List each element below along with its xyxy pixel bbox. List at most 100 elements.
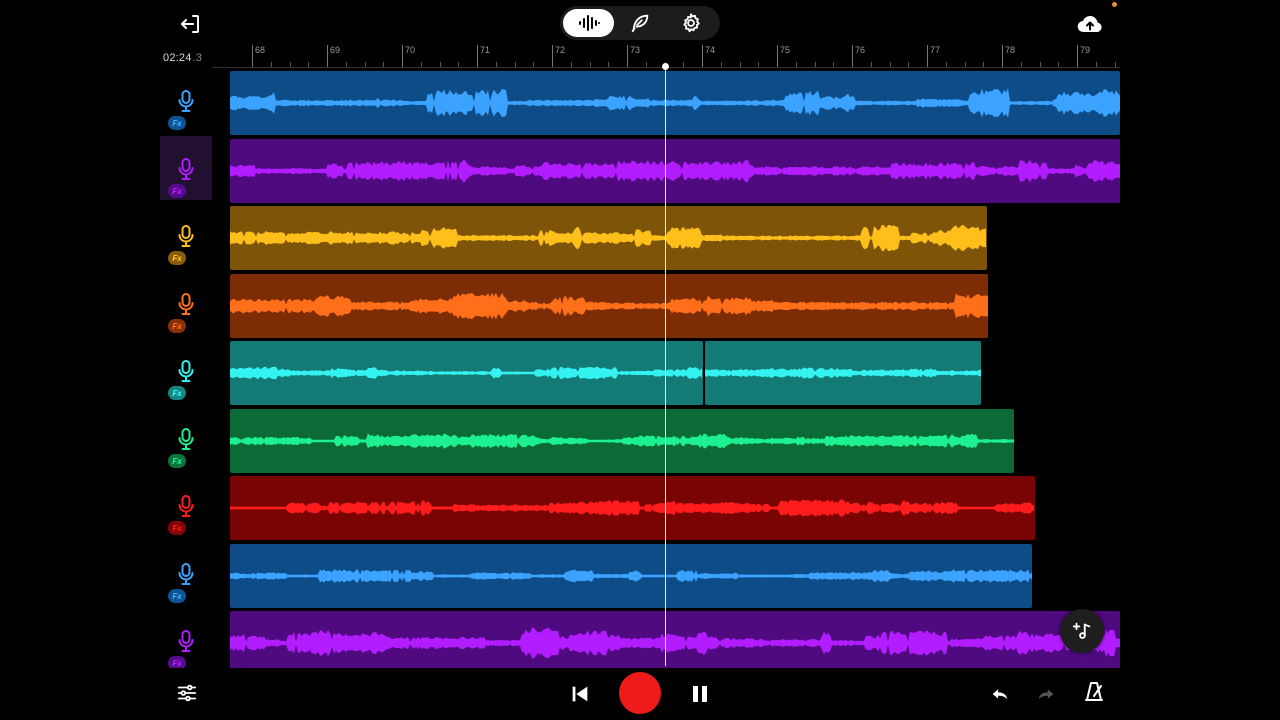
metronome-button[interactable] xyxy=(1078,676,1110,708)
audio-clip[interactable] xyxy=(230,409,1014,473)
waveform-icon xyxy=(578,15,600,31)
waveform xyxy=(230,292,988,320)
playhead-handle[interactable] xyxy=(662,63,669,70)
track-header[interactable]: Fx xyxy=(160,406,212,470)
redo-button[interactable] xyxy=(1030,678,1062,710)
fx-button[interactable]: Fx xyxy=(168,116,186,130)
waveform xyxy=(705,367,981,379)
ruler-tick xyxy=(777,45,778,67)
fx-button[interactable]: Fx xyxy=(168,319,186,333)
ruler-subtick xyxy=(1058,62,1060,67)
waveform xyxy=(230,627,1120,659)
waveform xyxy=(230,499,1034,517)
ruler-tick xyxy=(252,45,253,67)
quill-icon xyxy=(631,14,649,33)
ruler-subtick xyxy=(720,62,722,67)
undo-button[interactable] xyxy=(984,678,1016,710)
ruler-label: 68 xyxy=(255,45,266,55)
track-header[interactable]: Fx xyxy=(160,136,212,200)
pause-button[interactable] xyxy=(684,678,716,710)
ruler-label: 73 xyxy=(630,45,641,55)
mixer-button[interactable] xyxy=(172,678,202,708)
audio-clip[interactable] xyxy=(230,274,988,338)
add-track-button[interactable] xyxy=(1060,609,1104,653)
upload-button[interactable] xyxy=(1074,8,1106,40)
ruler-label: 79 xyxy=(1080,45,1091,55)
fx-button[interactable]: Fx xyxy=(168,521,186,535)
track-header[interactable]: Fx xyxy=(160,68,212,132)
ruler-subtick xyxy=(308,62,310,67)
ruler-subtick xyxy=(1020,62,1022,67)
microphone-icon[interactable] xyxy=(176,630,196,652)
ruler-label: 77 xyxy=(930,45,941,55)
audio-clip[interactable] xyxy=(705,341,981,405)
waveform xyxy=(230,88,1120,118)
microphone-icon[interactable] xyxy=(176,428,196,450)
ruler-subtick xyxy=(495,62,497,67)
microphone-icon[interactable] xyxy=(176,495,196,517)
ruler-label: 69 xyxy=(330,45,341,55)
track-header[interactable]: Fx xyxy=(160,608,212,672)
ruler-subtick xyxy=(908,62,910,67)
microphone-icon[interactable] xyxy=(176,225,196,247)
rewind-button[interactable] xyxy=(564,678,596,710)
audio-clip[interactable] xyxy=(230,71,1120,135)
track-header[interactable]: Fx xyxy=(160,473,212,537)
ruler-label: 70 xyxy=(405,45,416,55)
ruler-tick xyxy=(402,45,403,67)
ruler-tick xyxy=(552,45,553,67)
record-button[interactable] xyxy=(619,672,661,714)
ruler-subtick xyxy=(439,62,441,67)
ruler-subtick xyxy=(458,62,460,67)
microphone-icon[interactable] xyxy=(176,90,196,112)
ruler-tick xyxy=(1077,45,1078,67)
sliders-icon xyxy=(177,684,197,702)
ruler-subtick xyxy=(814,62,816,67)
audio-clip[interactable] xyxy=(230,611,1120,675)
playhead[interactable] xyxy=(665,66,666,666)
ruler-tick xyxy=(852,45,853,67)
audio-clip[interactable] xyxy=(230,476,1035,540)
track-header[interactable]: Fx xyxy=(160,338,212,402)
fx-button[interactable]: Fx xyxy=(168,386,186,400)
ruler-tick xyxy=(1002,45,1003,67)
ruler-tick xyxy=(927,45,928,67)
microphone-icon[interactable] xyxy=(176,293,196,315)
settings-button[interactable] xyxy=(666,9,717,37)
ruler-subtick xyxy=(795,62,797,67)
daw-app: 02:24.3 68 69 70 71 72 73 74 75 76 77 78 79 Fx Fx Fx F… xyxy=(0,0,1280,720)
ruler-subtick xyxy=(345,62,347,67)
transport-bar xyxy=(0,668,1280,720)
ruler-subtick xyxy=(683,62,685,67)
microphone-icon[interactable] xyxy=(176,158,196,180)
quill-mode-button[interactable] xyxy=(614,9,665,37)
pause-icon xyxy=(693,686,707,702)
track-header[interactable]: Fx xyxy=(160,203,212,267)
fx-button[interactable]: Fx xyxy=(168,589,186,603)
ruler-tick xyxy=(477,45,478,67)
undo-icon xyxy=(992,689,1008,700)
microphone-icon[interactable] xyxy=(176,563,196,585)
skip-back-icon xyxy=(572,686,588,702)
redo-icon xyxy=(1038,689,1054,700)
waveform-mode-button[interactable] xyxy=(563,9,615,37)
fx-button[interactable]: Fx xyxy=(168,251,186,265)
audio-clip[interactable] xyxy=(230,341,703,405)
time-main: 02:24 xyxy=(163,52,192,64)
audio-clip[interactable] xyxy=(230,544,1032,608)
waveform xyxy=(230,366,702,380)
audio-clip[interactable] xyxy=(230,206,987,270)
exit-button[interactable] xyxy=(174,8,206,40)
waveform xyxy=(230,159,1120,183)
track-header[interactable]: Fx xyxy=(160,541,212,605)
fx-button[interactable]: Fx xyxy=(168,454,186,468)
ruler-subtick xyxy=(889,62,891,67)
ruler-label: 75 xyxy=(780,45,791,55)
audio-clip[interactable] xyxy=(230,139,1120,203)
fx-button[interactable]: Fx xyxy=(168,184,186,198)
track-header[interactable]: Fx xyxy=(160,271,212,335)
ruler-label: 72 xyxy=(555,45,566,55)
microphone-icon[interactable] xyxy=(176,360,196,382)
notification-dot xyxy=(1112,2,1117,7)
ruler-tick xyxy=(627,45,628,67)
